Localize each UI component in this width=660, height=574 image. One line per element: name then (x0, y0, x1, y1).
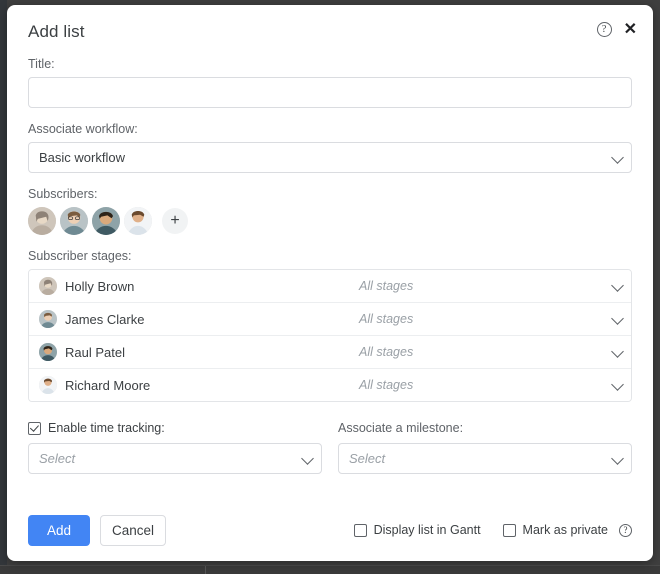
mark-as-private-group: Mark as private ? (502, 523, 632, 537)
page-title: Add list (28, 22, 85, 41)
dialog-header: Add list ? ✕ (7, 5, 653, 57)
subscribers-field-group: Subscribers: + (28, 187, 632, 235)
help-circle-icon[interactable]: ? (619, 523, 632, 537)
subscriber-stages-label: Subscriber stages: (28, 249, 132, 263)
time-tracking-select[interactable]: Select (28, 443, 322, 474)
add-button[interactable]: Add (28, 514, 90, 546)
milestone-select[interactable]: Select (338, 443, 632, 474)
mark-as-private-checkbox[interactable] (502, 523, 516, 537)
cancel-button[interactable]: Cancel (100, 514, 166, 546)
subscriber-name: Raul Patel (65, 344, 125, 360)
time-tracking-selected-value: Select (39, 451, 76, 466)
dialog-footer: Add Cancel Display list in Gantt Mark as… (7, 499, 653, 561)
avatar (39, 343, 57, 361)
subscriber-name: Holly Brown (65, 278, 135, 294)
options-row: Enable time tracking: Select Associate a… (28, 420, 632, 474)
subscriber-stage-value: All stages (359, 345, 414, 359)
subscriber-stage-value: All stages (359, 279, 414, 293)
enable-time-tracking-checkbox[interactable] (28, 421, 41, 435)
chevron-down-icon (611, 150, 624, 164)
title-label: Title: (28, 57, 55, 71)
avatar[interactable] (92, 207, 120, 235)
subscriber-stages-group: Subscriber stages: Holly Brown All stage… (28, 249, 632, 402)
milestone-label: Associate a milestone: (338, 421, 464, 435)
table-row[interactable]: Raul Patel All stages (29, 336, 631, 369)
title-input[interactable] (28, 77, 632, 108)
milestone-label-line: Associate a milestone: (338, 420, 632, 436)
mark-as-private-label: Mark as private (522, 523, 608, 537)
add-list-dialog: Add list ? ✕ Title: Associate workflow: … (7, 5, 653, 561)
background-statusbar (0, 565, 660, 574)
workflow-selected-value: Basic workflow (39, 150, 125, 165)
table-row[interactable]: Holly Brown All stages (29, 270, 631, 303)
table-row[interactable]: James Clarke All stages (29, 303, 631, 336)
display-in-gantt-checkbox[interactable] (353, 523, 367, 537)
close-icon[interactable]: ✕ (624, 22, 637, 38)
chevron-down-icon (611, 345, 624, 358)
chevron-down-icon (611, 451, 624, 465)
subscriber-avatar-row: + (28, 207, 632, 235)
avatar (39, 277, 57, 295)
time-tracking-group: Enable time tracking: Select (28, 420, 322, 474)
table-row[interactable]: Richard Moore All stages (29, 369, 631, 401)
subscriber-stage-value: All stages (359, 312, 414, 326)
help-circle-icon[interactable]: ? (596, 22, 612, 37)
subscriber-name: Richard Moore (65, 377, 151, 393)
dialog-body: Title: Associate workflow: Basic workflo… (7, 57, 653, 474)
subscriber-stage-value: All stages (359, 378, 414, 392)
workflow-select[interactable]: Basic workflow (28, 142, 632, 173)
subscriber-stages-list: Holly Brown All stages James Clarke All … (28, 269, 632, 402)
time-tracking-check-line: Enable time tracking: (28, 420, 322, 436)
footer-options: Display list in Gantt Mark as private ? (353, 523, 632, 537)
add-subscriber-button[interactable]: + (162, 208, 188, 234)
title-field-group: Title: (28, 57, 632, 108)
subscribers-label: Subscribers: (28, 187, 98, 201)
workflow-label: Associate workflow: (28, 122, 138, 136)
enable-time-tracking-label: Enable time tracking: (48, 421, 165, 435)
avatar[interactable] (28, 207, 56, 235)
avatar (39, 376, 57, 394)
display-in-gantt-group: Display list in Gantt (353, 523, 481, 537)
chevron-down-icon (301, 451, 314, 465)
avatar[interactable] (124, 207, 152, 235)
chevron-down-icon (611, 279, 624, 292)
milestone-selected-value: Select (349, 451, 386, 466)
avatar[interactable] (60, 207, 88, 235)
chevron-down-icon (611, 378, 624, 391)
workflow-field-group: Associate workflow: Basic workflow (28, 122, 632, 173)
avatar (39, 310, 57, 328)
display-in-gantt-label: Display list in Gantt (373, 523, 481, 537)
milestone-group: Associate a milestone: Select (338, 420, 632, 474)
chevron-down-icon (611, 312, 624, 325)
header-actions: ? ✕ (596, 22, 637, 38)
subscriber-name: James Clarke (65, 311, 145, 327)
